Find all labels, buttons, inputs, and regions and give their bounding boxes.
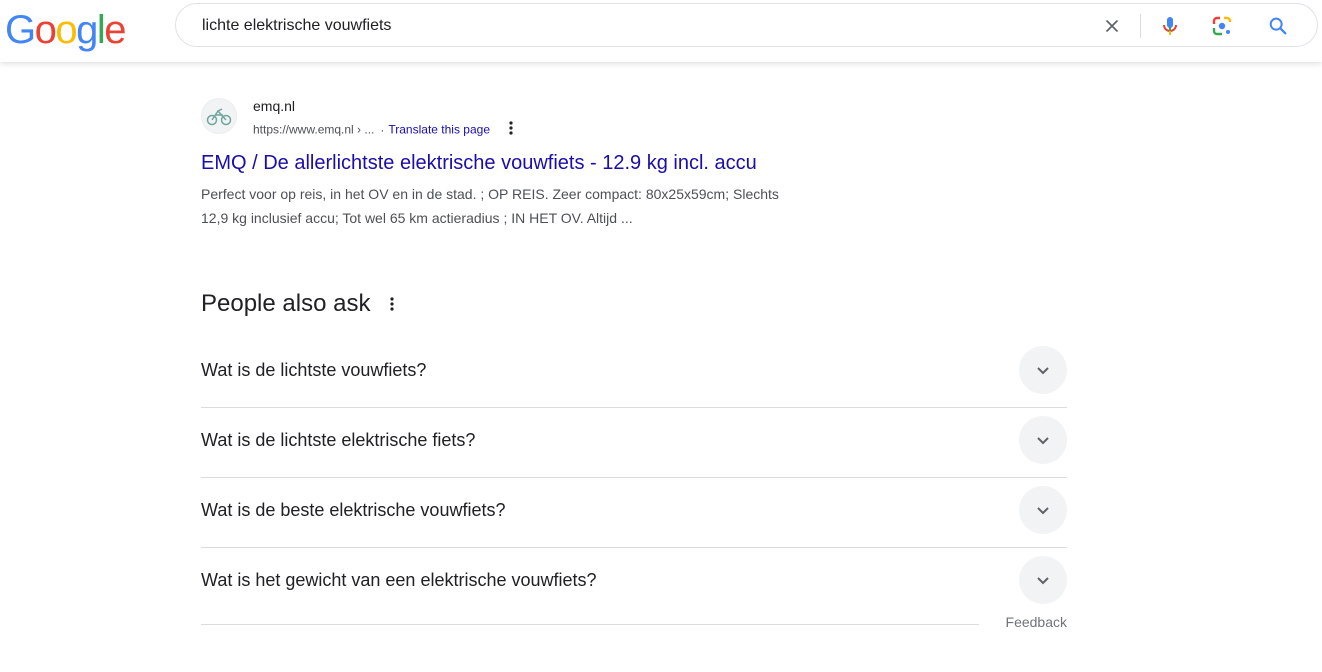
paa-options-button[interactable]	[390, 296, 395, 312]
divider	[201, 624, 979, 625]
google-lens-icon	[1212, 16, 1232, 36]
paa-header: People also ask	[201, 284, 1067, 324]
translate-link[interactable]: Translate this page	[388, 123, 490, 137]
paa-question-text: Wat is de beste elektrische vouwfiets?	[201, 500, 506, 520]
site-url: https://www.emq.nl › ... · Translate this …	[253, 120, 513, 141]
search-result: emq.nl https://www.emq.nl › ... · Translat…	[201, 96, 981, 230]
result-options-button[interactable]	[509, 120, 513, 141]
search-button[interactable]	[1262, 10, 1294, 42]
paa-question[interactable]: Wat is de lichtste vouwfiets?	[201, 338, 1067, 408]
expand-button[interactable]	[1019, 556, 1067, 604]
paa-question[interactable]: Wat is de lichtste elektrische fiets?	[201, 408, 1067, 478]
google-logo[interactable]: G o o g l e	[5, 7, 126, 52]
voice-search-button[interactable]	[1154, 10, 1186, 42]
expand-button[interactable]	[1019, 346, 1067, 394]
people-also-ask: People also ask Wat is de lichtste vouwf…	[201, 284, 1067, 604]
paa-footer: Feedback	[201, 610, 1067, 638]
url-separator: ·	[380, 122, 385, 137]
logo-letter: G	[5, 7, 36, 52]
chevron-down-icon	[1037, 437, 1049, 445]
search-by-image-button[interactable]	[1206, 10, 1238, 42]
snippet-line: Perfect voor op reis, in het OV en in de…	[201, 186, 779, 202]
chevron-down-icon	[1037, 577, 1049, 585]
logo-letter: o	[55, 7, 77, 52]
search-input[interactable]: lichte elektrische vouwfiets	[202, 4, 391, 48]
paa-question-text: Wat is het gewicht van een elektrische v…	[201, 570, 597, 590]
search-box-divider	[1140, 14, 1141, 38]
logo-letter: o	[34, 7, 57, 52]
paa-question-text: Wat is de lichtste elektrische fiets?	[201, 430, 476, 450]
result-site-info[interactable]: emq.nl https://www.emq.nl › ... · Translat…	[201, 96, 981, 138]
site-favicon	[201, 98, 237, 134]
site-name: emq.nl	[253, 98, 296, 114]
breadcrumb-url: https://www.emq.nl › ...	[253, 122, 375, 137]
paa-question[interactable]: Wat is het gewicht van een elektrische v…	[201, 548, 1067, 618]
more-vert-icon	[509, 121, 513, 135]
paa-question-text: Wat is de lichtste vouwfiets?	[201, 360, 427, 380]
expand-button[interactable]	[1019, 486, 1067, 534]
logo-letter: l	[96, 7, 106, 52]
result-title-link[interactable]: EMQ / De allerlichtste elektrische vouwf…	[201, 150, 981, 176]
bicycle-icon	[206, 108, 232, 126]
logo-letter: e	[104, 7, 126, 52]
paa-question[interactable]: Wat is de beste elektrische vouwfiets?	[201, 478, 1067, 548]
paa-list: Wat is de lichtste vouwfiets? Wat is de …	[201, 338, 1067, 618]
close-icon	[1106, 20, 1118, 32]
more-vert-icon	[390, 297, 395, 311]
feedback-link[interactable]: Feedback	[1006, 614, 1067, 630]
snippet-line: 12,9 kg inclusief accu; Tot wel 65 km ac…	[201, 210, 633, 226]
clear-search-button[interactable]	[1096, 10, 1128, 42]
chevron-down-icon	[1037, 507, 1049, 515]
chevron-down-icon	[1037, 367, 1049, 375]
expand-button[interactable]	[1019, 416, 1067, 464]
paa-title: People also ask	[201, 290, 371, 317]
microphone-icon	[1163, 17, 1177, 35]
search-box[interactable]: lichte elektrische vouwfiets	[175, 3, 1318, 47]
search-header: G o o g l e lichte elektrische vouwfiets	[0, 0, 1322, 62]
logo-letter: g	[76, 7, 98, 52]
search-icon	[1269, 17, 1287, 35]
result-snippet: Perfect voor op reis, in het OV en in de…	[201, 182, 981, 230]
